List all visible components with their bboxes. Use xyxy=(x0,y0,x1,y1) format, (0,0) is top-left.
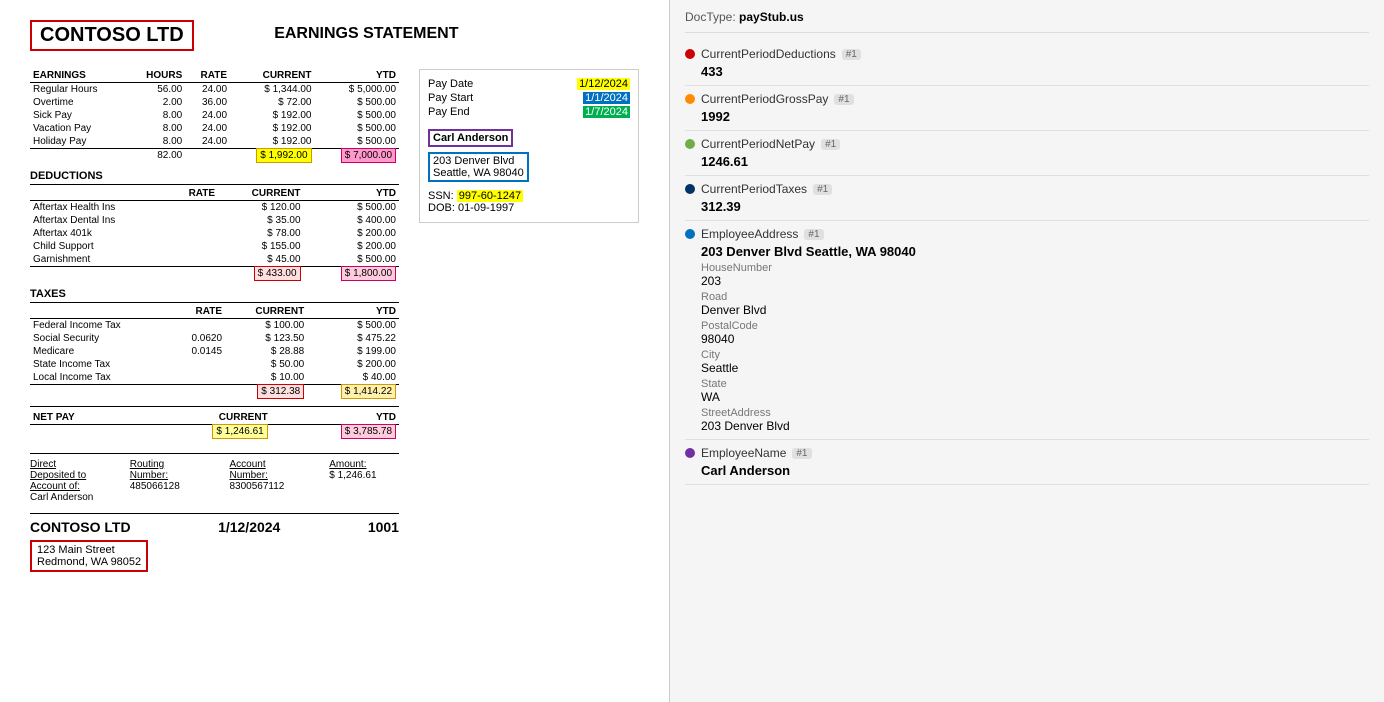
sub-field-city: City Seattle xyxy=(701,349,1369,375)
rate-col-header: RATE xyxy=(185,69,230,83)
doctype-value: payStub.us xyxy=(739,10,804,24)
employee-address-box: 203 Denver Blvd Seattle, WA 98040 xyxy=(428,152,529,182)
pay-start-value: 1/1/2024 xyxy=(583,92,630,104)
field-label: EmployeeName xyxy=(701,446,786,460)
field-value: 433 xyxy=(701,64,1369,79)
routing-number: Routing Number: 485066128 xyxy=(130,459,200,503)
footer-check-number: 1001 xyxy=(368,519,399,535)
table-row: Aftertax Dental Ins $ 35.00 $ 400.00 xyxy=(30,214,399,227)
ssn-value: 997-60-1247 xyxy=(457,190,523,202)
table-row: Vacation Pay 8.00 24.00 $ 192.00 $ 500.0… xyxy=(30,122,399,135)
field-employee-name: EmployeeName #1 Carl Anderson xyxy=(685,440,1369,485)
taxes-table: RATE CURRENT YTD Federal Income Tax $ 10… xyxy=(30,305,399,398)
deductions-header: DEDUCTIONS xyxy=(30,170,399,185)
netpay-section: NET PAY CURRENT YTD $ 1,246.61 $ 3,785.7… xyxy=(30,406,399,438)
dot-icon xyxy=(685,49,695,59)
field-badge: #1 xyxy=(842,49,861,60)
field-value: Carl Anderson xyxy=(701,463,1369,478)
paystub-info: Pay Date 1/12/2024 Pay Start 1/1/2024 Pa… xyxy=(419,69,639,572)
table-row: Federal Income Tax $ 100.00 $ 500.00 xyxy=(30,319,399,333)
table-row: Sick Pay 8.00 24.00 $ 192.00 $ 500.00 xyxy=(30,109,399,122)
dot-icon xyxy=(685,448,695,458)
dot-icon xyxy=(685,94,695,104)
field-value: 203 Denver Blvd Seattle, WA 98040 xyxy=(701,244,1369,259)
sub-field-street-address: StreetAddress 203 Denver Blvd xyxy=(701,407,1369,433)
field-value: 1246.61 xyxy=(701,154,1369,169)
direct-deposit-section: Direct Deposited to Account of: Carl And… xyxy=(30,453,399,503)
data-panel: DocType: payStub.us CurrentPeriodDeducti… xyxy=(670,0,1384,702)
table-row: Local Income Tax $ 10.00 $ 40.00 xyxy=(30,371,399,385)
doctype-row: DocType: payStub.us xyxy=(685,10,1369,33)
netpay-table: NET PAY CURRENT YTD $ 1,246.61 $ 3,785.7… xyxy=(30,411,399,438)
footer-section: CONTOSO LTD 1/12/2024 1001 xyxy=(30,513,399,535)
current-col-header: CURRENT xyxy=(230,69,314,83)
field-value: 312.39 xyxy=(701,199,1369,214)
sub-field-state: State WA xyxy=(701,378,1369,404)
deposited-to: Direct Deposited to Account of: Carl And… xyxy=(30,459,100,503)
taxes-total-row: $ 312.38 $ 1,414.22 xyxy=(30,385,399,399)
earnings-title: EARNINGS STATEMENT xyxy=(194,25,539,43)
dot-icon xyxy=(685,184,695,194)
table-row: Overtime 2.00 36.00 $ 72.00 $ 500.00 xyxy=(30,96,399,109)
footer-address: 123 Main Street Redmond, WA 98052 xyxy=(30,535,399,572)
taxes-header: TAXES xyxy=(30,288,399,303)
field-current-period-net-pay: CurrentPeriodNetPay #1 1246.61 xyxy=(685,131,1369,176)
field-label: CurrentPeriodGrossPay xyxy=(701,92,828,106)
field-value: 1992 xyxy=(701,109,1369,124)
field-badge: #1 xyxy=(804,229,823,240)
account-number: Account Number: 8300567112 xyxy=(230,459,300,503)
footer-company: CONTOSO LTD xyxy=(30,519,131,535)
table-row: Social Security 0.0620 $ 123.50 $ 475.22 xyxy=(30,332,399,345)
sub-field-postal-code: PostalCode 98040 xyxy=(701,320,1369,346)
sub-field-road: Road Denver Blvd xyxy=(701,291,1369,317)
deductions-table: RATE CURRENT YTD Aftertax Health Ins $ 1… xyxy=(30,187,399,280)
pay-end-value: 1/7/2024 xyxy=(583,106,630,118)
doctype-label: DocType: xyxy=(685,10,739,24)
field-badge: #1 xyxy=(834,94,853,105)
table-row: Garnishment $ 45.00 $ 500.00 xyxy=(30,253,399,267)
deductions-total-row: $ 433.00 $ 1,800.00 xyxy=(30,267,399,281)
sub-field-house-number: HouseNumber 203 xyxy=(701,262,1369,288)
field-badge: #1 xyxy=(813,184,832,195)
document-panel: CONTOSO LTD EARNINGS STATEMENT EARNINGS … xyxy=(0,0,670,702)
dot-icon xyxy=(685,229,695,239)
hours-col-header: HOURS xyxy=(127,69,185,83)
netpay-row: $ 1,246.61 $ 3,785.78 xyxy=(30,425,399,439)
deposit-amount: Amount: $ 1,246.61 xyxy=(329,459,399,503)
pay-date-value: 1/12/2024 xyxy=(577,78,630,90)
earnings-total-row: 82.00 $ 1,992.00 $ 7,000.00 xyxy=(30,149,399,163)
field-label: CurrentPeriodDeductions xyxy=(701,47,836,61)
table-row: Aftertax 401k $ 78.00 $ 200.00 xyxy=(30,227,399,240)
ytd-col-header: YTD xyxy=(315,69,400,83)
earnings-col-header: EARNINGS xyxy=(30,69,127,83)
table-row: Child Support $ 155.00 $ 200.00 xyxy=(30,240,399,253)
field-current-period-taxes: CurrentPeriodTaxes #1 312.39 xyxy=(685,176,1369,221)
table-row: Aftertax Health Ins $ 120.00 $ 500.00 xyxy=(30,201,399,215)
field-badge: #1 xyxy=(821,139,840,150)
field-label: EmployeeAddress xyxy=(701,227,798,241)
company-name: CONTOSO LTD xyxy=(30,20,194,51)
table-row: Holiday Pay 8.00 24.00 $ 192.00 $ 500.00 xyxy=(30,135,399,149)
table-row: Regular Hours 56.00 24.00 $ 1,344.00 $ 5… xyxy=(30,83,399,97)
paystub-dates-box: Pay Date 1/12/2024 Pay Start 1/1/2024 Pa… xyxy=(419,69,639,223)
field-label: CurrentPeriodTaxes xyxy=(701,182,807,196)
table-row: Medicare 0.0145 $ 28.88 $ 199.00 xyxy=(30,345,399,358)
dot-icon xyxy=(685,139,695,149)
footer-date: 1/12/2024 xyxy=(218,519,280,535)
field-employee-address: EmployeeAddress #1 203 Denver Blvd Seatt… xyxy=(685,221,1369,440)
field-current-period-deductions: CurrentPeriodDeductions #1 433 xyxy=(685,41,1369,86)
earnings-table: EARNINGS HOURS RATE CURRENT YTD Regular … xyxy=(30,69,399,162)
table-row: State Income Tax $ 50.00 $ 200.00 xyxy=(30,358,399,371)
field-label: CurrentPeriodNetPay xyxy=(701,137,815,151)
employee-name-box: Carl Anderson xyxy=(428,129,513,147)
field-badge: #1 xyxy=(792,448,811,459)
field-current-period-gross-pay: CurrentPeriodGrossPay #1 1992 xyxy=(685,86,1369,131)
